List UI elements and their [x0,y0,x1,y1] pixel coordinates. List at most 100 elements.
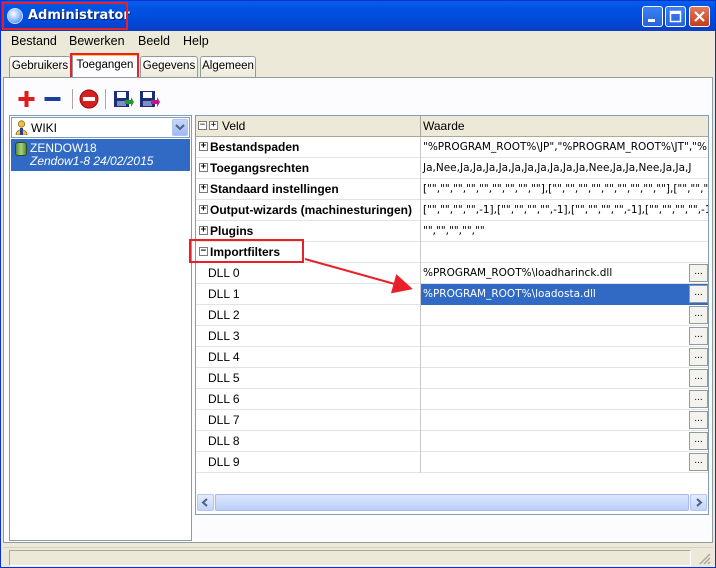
save-button[interactable] [111,87,135,111]
grid-row-bestandspaden[interactable]: + Bestandspaden "%PROGRAM_ROOT%\JP","%PRO… [196,137,708,158]
row-value[interactable] [421,242,708,263]
database-list-item[interactable]: ZENDOW18 Zendow1-8 24/02/2015 [11,139,190,171]
maximize-button[interactable] [665,6,686,27]
resize-grip-icon[interactable] [698,552,711,565]
menu-bewerken[interactable]: Bewerken [69,34,125,48]
toolbar [9,85,709,113]
chevron-left-icon [201,498,208,507]
expand-icon[interactable]: + [199,205,208,214]
status-panel [9,550,691,566]
browse-button[interactable]: ... [689,348,708,366]
grid-row-dll-0[interactable]: DLL 0 %PROGRAM_ROOT%\loadharinck.dll ... [196,263,708,284]
scroll-right-button[interactable] [690,494,707,511]
grid-row-dll-5[interactable]: DLL 5 ... [196,368,708,389]
grid-row-dll-8[interactable]: DLL 8 ... [196,431,708,452]
grid-row-dll-6[interactable]: DLL 6 ... [196,389,708,410]
combo-dropdown-button[interactable] [172,119,188,136]
row-value[interactable] [421,347,708,368]
grid-row-output-wizards[interactable]: + Output-wizards (machinesturingen) ["","… [196,200,708,221]
delete-button[interactable] [77,87,101,111]
row-value[interactable]: %PROGRAM_ROOT%\loadharinck.dll [421,263,708,284]
left-pane [9,115,192,541]
row-value[interactable] [421,431,708,452]
remove-icon [44,97,61,101]
database-detail: Zendow1-8 24/02/2015 [30,154,154,168]
grid-row-dll-7[interactable]: DLL 7 ... [196,410,708,431]
close-button[interactable] [689,6,710,27]
database-name: ZENDOW18 [30,141,97,155]
row-value[interactable] [421,368,708,389]
horizontal-scrollbar[interactable] [197,494,708,511]
browse-button[interactable]: ... [689,432,708,450]
collapse-all-icon[interactable]: − [198,121,207,130]
user-combobox[interactable]: WIKI [11,117,190,138]
row-value[interactable] [421,305,708,326]
app-window: Administrator Bestand Bewerken Beeld Hel… [0,0,716,568]
grid-row-dll-4[interactable]: DLL 4 ... [196,347,708,368]
browse-button[interactable]: ... [689,285,708,303]
column-header-waarde[interactable]: Waarde [421,116,708,137]
row-label: DLL 5 [196,368,421,389]
tab-gegevens[interactable]: Gegevens [140,56,198,77]
grid-row-dll-3[interactable]: DLL 3 ... [196,326,708,347]
browse-button[interactable]: ... [689,264,708,282]
column-header-veld[interactable]: − + Veld [196,116,421,137]
annotation-arrow-icon [304,258,413,294]
row-label-text: Bestandspaden [210,140,300,154]
grid-row-dll-2[interactable]: DLL 2 ... [196,305,708,326]
row-value[interactable] [421,389,708,410]
expand-all-icon[interactable]: + [209,121,218,130]
browse-button[interactable]: ... [689,327,708,345]
row-value[interactable]: %PROGRAM_ROOT%\loadosta.dll [421,284,708,305]
menu-help[interactable]: Help [183,34,209,48]
grid-row-dll-9[interactable]: DLL 9 ... [196,452,708,473]
property-grid: − + Veld Waarde + Bestandspaden "%PROGRAM… [195,115,709,515]
chevron-right-icon [696,498,703,507]
scroll-left-button[interactable] [197,494,214,511]
grid-row-toegangsrechten[interactable]: + Toegangsrechten Ja,Nee,Ja,Ja,Ja,Ja,Ja,J… [196,158,708,179]
browse-button[interactable]: ... [689,390,708,408]
menu-bar: Bestand Bewerken Beeld Help [1,31,715,51]
expand-icon[interactable]: + [199,184,208,193]
row-label: DLL 3 [196,326,421,347]
menu-bestand[interactable]: Bestand [11,34,57,48]
row-value[interactable] [421,452,708,473]
tab-gebruikers[interactable]: Gebruikers [9,56,71,77]
row-value[interactable] [421,410,708,431]
row-value[interactable]: ["","","","","","","","",""],["","","","… [421,179,708,200]
row-value[interactable]: Ja,Nee,Ja,Ja,Ja,Ja,Ja,Ja,Ja,Ja,Ja,Ja,Nee… [421,158,708,179]
row-value[interactable]: ["","","","",-1],["","","","",-1],["",""… [421,200,708,221]
row-label: DLL 6 [196,389,421,410]
scrollbar-thumb[interactable] [215,494,689,511]
browse-button[interactable]: ... [689,453,708,471]
save-as-button[interactable] [137,87,161,111]
row-value[interactable]: "","","","","" [421,221,708,242]
expand-icon[interactable]: + [199,142,208,151]
minimize-button[interactable] [642,6,663,27]
maximize-icon [669,10,682,23]
row-label-text: Standaard instellingen [210,182,339,196]
row-label: DLL 4 [196,347,421,368]
grid-header: − + Veld Waarde [196,116,708,137]
add-button[interactable] [15,87,39,111]
remove-button[interactable] [41,87,65,111]
expand-icon[interactable]: + [199,163,208,172]
grid-row-dll-1[interactable]: DLL 1 %PROGRAM_ROOT%\loadosta.dll ... [196,284,708,305]
browse-button[interactable]: ... [689,411,708,429]
combo-value: WIKI [31,121,57,135]
expand-icon[interactable]: + [199,226,208,235]
row-label: DLL 9 [196,452,421,473]
row-value[interactable]: "%PROGRAM_ROOT%\JP","%PROGRAM_ROOT%\JT",… [421,137,708,158]
save-as-icon [140,91,160,107]
delete-icon [79,89,99,109]
menu-beeld[interactable]: Beeld [138,34,170,48]
column-header-veld-label: Veld [222,119,246,133]
grid-row-standaard-instellingen[interactable]: + Standaard instellingen ["","","","","",… [196,179,708,200]
row-value[interactable] [421,326,708,347]
importfilters-annotation-box [189,239,304,263]
browse-button[interactable]: ... [689,306,708,324]
row-label-text: Plugins [210,224,254,238]
browse-button[interactable]: ... [689,369,708,387]
user-icon [15,120,28,135]
tab-algemeen[interactable]: Algemeen [200,56,256,77]
